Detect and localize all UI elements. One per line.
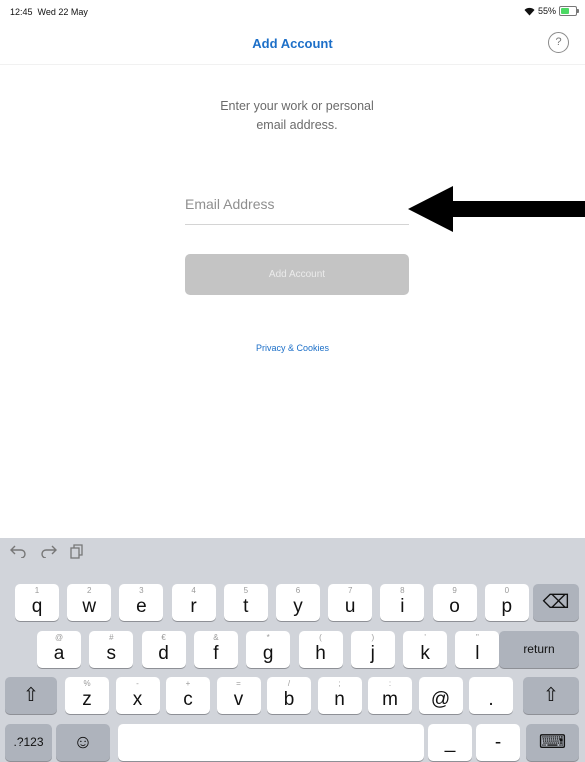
dash-key[interactable]: -	[476, 724, 520, 761]
hide-keyboard-key[interactable]: ⌨	[526, 724, 579, 761]
backspace-key[interactable]: ⌫	[533, 584, 579, 621]
battery-icon	[559, 6, 579, 16]
underscore-key[interactable]: _	[428, 724, 472, 761]
pointing-arrow	[408, 186, 585, 232]
key-w[interactable]: 2w	[67, 584, 112, 621]
wifi-icon	[524, 7, 535, 15]
email-field-container	[185, 188, 409, 225]
key-j[interactable]: ) j	[350, 631, 395, 668]
return-key[interactable]: return	[499, 631, 579, 668]
instruction-line-2: email address.	[256, 118, 338, 132]
key-k[interactable]: ' k	[403, 631, 448, 668]
key-c[interactable]: + c	[166, 677, 210, 714]
page-title: Add Account	[252, 36, 333, 51]
status-right: 55%	[524, 6, 579, 16]
shift-key-left[interactable]: ⇧	[5, 677, 57, 714]
key-t[interactable]: 5t	[223, 584, 268, 621]
key-m[interactable]: :m	[368, 677, 412, 714]
key-i[interactable]: 8i	[380, 584, 425, 621]
shift-key-right[interactable]: ⇧	[523, 677, 579, 714]
space-bar[interactable]	[118, 724, 424, 761]
key-l[interactable]: " l	[455, 631, 500, 668]
battery-percent: 55%	[537, 6, 556, 16]
nav-bar: Add Account ?	[0, 22, 585, 65]
key-o[interactable]: 9o	[432, 584, 477, 621]
key-x[interactable]: -x	[115, 677, 160, 714]
key-e[interactable]: 3e	[119, 584, 164, 621]
key-y[interactable]: 6y	[276, 584, 320, 621]
key-g[interactable]: * g	[246, 631, 291, 668]
key-n[interactable]: ; n	[317, 677, 362, 714]
status-bar: 12:45 Wed 22 May 55%	[0, 0, 585, 22]
key-period[interactable]: .	[469, 677, 513, 714]
key-a[interactable]: @ a	[37, 631, 81, 668]
emoji-key[interactable]: ☺	[56, 724, 110, 761]
paste-icon[interactable]	[70, 544, 84, 559]
instruction-text: Enter your work or personal email addres…	[192, 97, 402, 135]
undo-icon[interactable]	[10, 544, 27, 558]
key-s[interactable]: # s	[89, 631, 134, 668]
key-p[interactable]: 0p	[484, 584, 529, 621]
key-z[interactable]: % z	[65, 677, 109, 714]
add-account-button[interactable]: Add Account	[185, 254, 409, 295]
key-r[interactable]: 4r	[171, 584, 216, 621]
key-v[interactable]: = v	[216, 677, 261, 714]
key-h[interactable]: (h	[298, 631, 343, 668]
instruction-line-1: Enter your work or personal	[220, 99, 374, 113]
key-f[interactable]: & f	[193, 631, 238, 668]
key-d[interactable]: € d	[141, 631, 186, 668]
email-field[interactable]	[185, 188, 409, 220]
privacy-cookies-link[interactable]: Privacy & Cookies	[0, 343, 585, 353]
key-at[interactable]: @	[418, 677, 463, 714]
key-q[interactable]: 1q	[15, 584, 59, 621]
redo-icon[interactable]	[40, 544, 57, 558]
on-screen-keyboard: 1q2w3e4r5t6y7u8i9o0p ⌫ @ a # s € d & f * g(h) j ' k "…	[0, 538, 585, 762]
help-button[interactable]: ?	[548, 32, 569, 53]
key-b[interactable]: / b	[267, 677, 311, 714]
status-time: 12:45 Wed 22 May	[10, 7, 88, 17]
numbers-key[interactable]: .?123	[5, 724, 52, 761]
key-u[interactable]: 7u	[328, 584, 373, 621]
